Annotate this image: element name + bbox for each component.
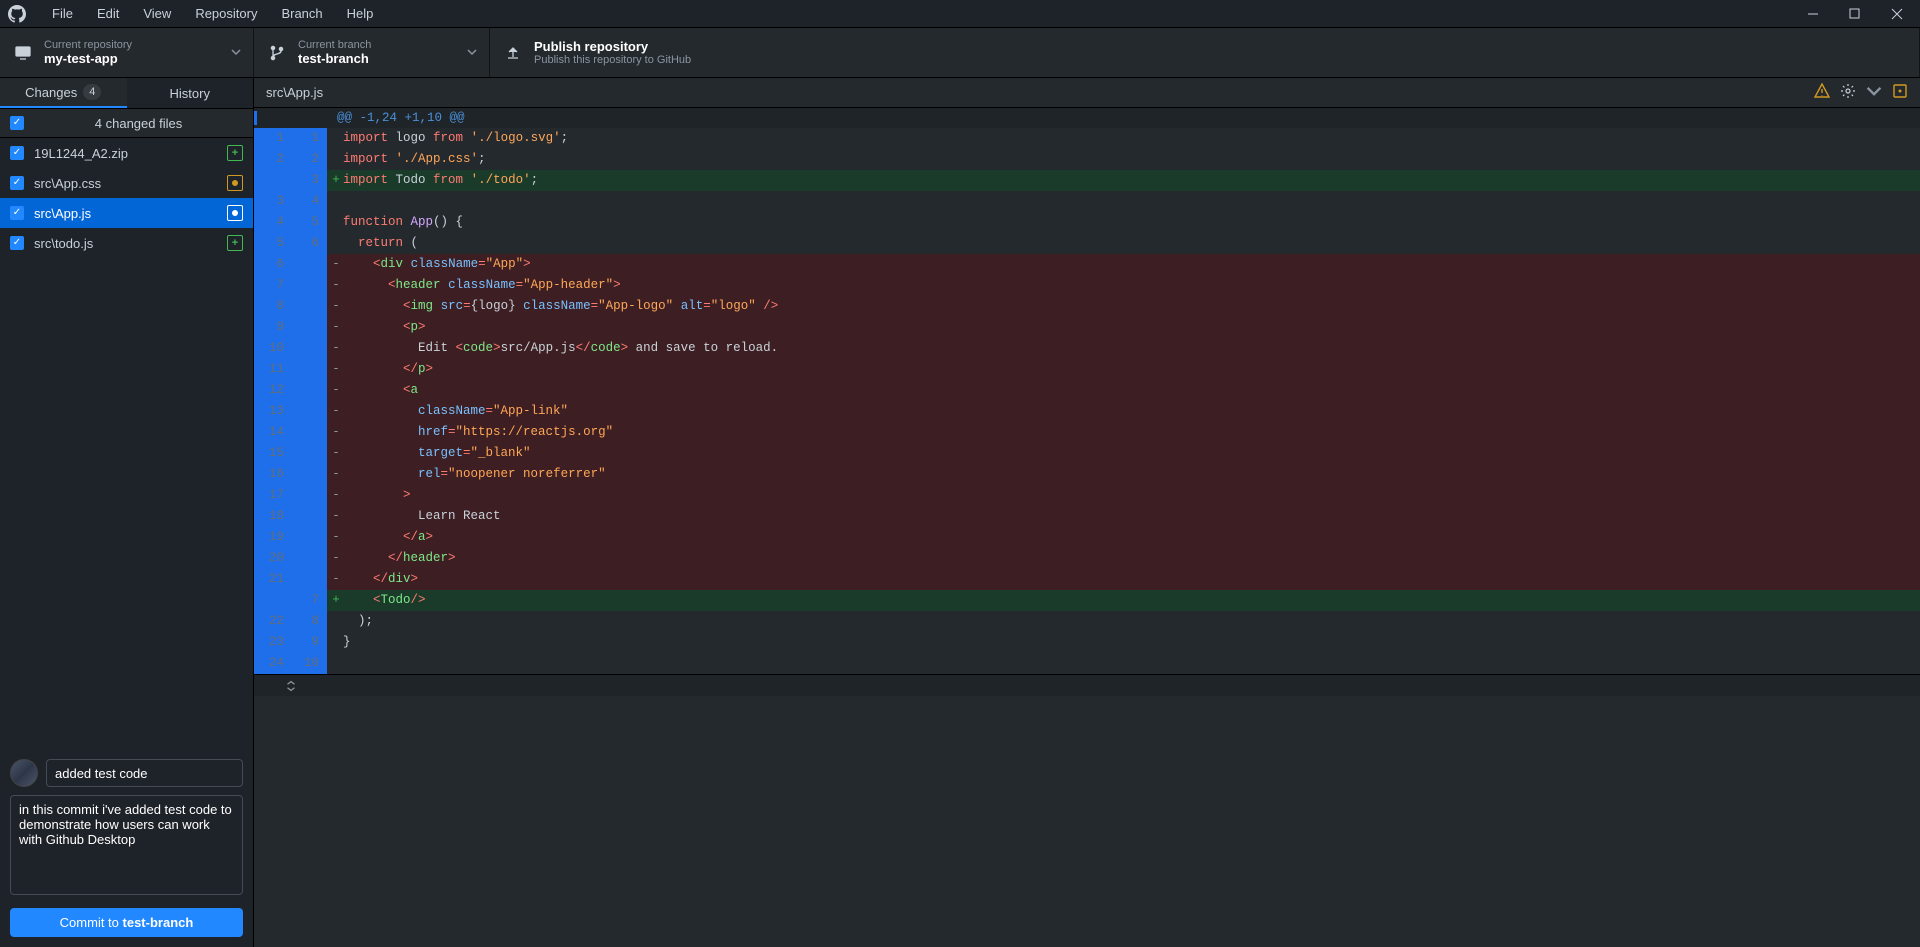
commit-description-input[interactable] xyxy=(10,795,243,895)
diff-view-toggle-icon[interactable] xyxy=(1892,83,1908,102)
diff-line[interactable]: 18.- Learn React xyxy=(254,506,1920,527)
file-checkbox[interactable] xyxy=(10,206,24,220)
file-name: src\App.css xyxy=(34,176,227,191)
warning-icon[interactable] xyxy=(1814,83,1830,102)
current-branch-dropdown[interactable]: Current branch test-branch xyxy=(254,28,490,77)
diff-line[interactable]: 22 import './App.css'; xyxy=(254,149,1920,170)
diff-line[interactable]: 12.- <a xyxy=(254,380,1920,401)
tab-changes-label: Changes xyxy=(25,85,77,100)
changes-count-badge: 4 xyxy=(83,84,101,100)
expand-hunk-button[interactable] xyxy=(254,674,1920,696)
chevron-down-icon xyxy=(231,45,241,60)
diff-line[interactable]: .3+import Todo from './todo'; xyxy=(254,170,1920,191)
modified-icon xyxy=(227,205,243,221)
added-icon: + xyxy=(227,235,243,251)
diff-line[interactable]: 16.- rel="noopener noreferrer" xyxy=(254,464,1920,485)
file-checkbox[interactable] xyxy=(10,146,24,160)
changed-files-header: 4 changed files xyxy=(0,108,253,138)
menu-help[interactable]: Help xyxy=(335,2,386,25)
file-name: 19L1244_A2.zip xyxy=(34,146,227,161)
menu-repository[interactable]: Repository xyxy=(183,2,269,25)
commit-btn-prefix: Commit to xyxy=(60,915,123,930)
diff-line[interactable]: 20.- </header> xyxy=(254,548,1920,569)
file-row[interactable]: src\App.css xyxy=(0,168,253,198)
file-checkbox[interactable] xyxy=(10,176,24,190)
diff-line[interactable]: 21.- </div> xyxy=(254,569,1920,590)
modified-icon xyxy=(227,175,243,191)
file-row[interactable]: src\todo.js+ xyxy=(0,228,253,258)
hunk-header: @@ -1,24 +1,10 @@ xyxy=(254,108,1920,128)
maximize-button[interactable] xyxy=(1848,7,1862,21)
menu-view[interactable]: View xyxy=(131,2,183,25)
tab-history[interactable]: History xyxy=(127,78,254,108)
menu-branch[interactable]: Branch xyxy=(269,2,334,25)
diff-line[interactable]: 56 return ( xyxy=(254,233,1920,254)
diff-line[interactable]: 11 import logo from './logo.svg'; xyxy=(254,128,1920,149)
diff-line[interactable]: 13.- className="App-link" xyxy=(254,401,1920,422)
branch-name: test-branch xyxy=(298,51,371,66)
publish-title: Publish repository xyxy=(534,39,691,54)
diff-line[interactable]: 19.- </a> xyxy=(254,527,1920,548)
diff-header: src\App.js xyxy=(254,78,1920,108)
tab-changes[interactable]: Changes 4 xyxy=(0,78,127,108)
diff-line[interactable]: 10.- Edit <code>src/App.js</code> and sa… xyxy=(254,338,1920,359)
menu-edit[interactable]: Edit xyxy=(85,2,131,25)
file-row[interactable]: 19L1244_A2.zip+ xyxy=(0,138,253,168)
repo-name: my-test-app xyxy=(44,51,132,66)
diff-line[interactable]: .7+ <Todo/> xyxy=(254,590,1920,611)
commit-button[interactable]: Commit to test-branch xyxy=(10,908,243,937)
file-list: 19L1244_A2.zip+src\App.csssrc\App.jssrc\… xyxy=(0,138,253,258)
branch-label: Current branch xyxy=(298,39,371,51)
commit-summary-input[interactable] xyxy=(46,759,243,787)
upload-icon xyxy=(504,44,522,62)
diff-line[interactable]: 239 } xyxy=(254,632,1920,653)
diff-line[interactable]: 17.- > xyxy=(254,485,1920,506)
diff-line[interactable]: 34 xyxy=(254,191,1920,212)
close-button[interactable] xyxy=(1890,7,1904,21)
branch-icon xyxy=(268,44,286,62)
select-all-checkbox[interactable] xyxy=(10,116,24,130)
file-name: src\todo.js xyxy=(34,236,227,251)
diff-line[interactable]: 14.- href="https://reactjs.org" xyxy=(254,422,1920,443)
publish-subtitle: Publish this repository to GitHub xyxy=(534,54,691,66)
diff-line[interactable]: 9.- <p> xyxy=(254,317,1920,338)
minimize-button[interactable] xyxy=(1806,7,1820,21)
diff-panel: src\App.js @@ -1,24 +1,10 @@ 11 import l… xyxy=(254,78,1920,947)
file-row[interactable]: src\App.js xyxy=(0,198,253,228)
file-name: src\App.js xyxy=(34,206,227,221)
hunk-range: @@ -1,24 +1,10 @@ xyxy=(329,111,465,125)
sidebar: Changes 4 History 4 changed files 19L124… xyxy=(0,78,254,947)
diff-line[interactable]: 11.- </p> xyxy=(254,359,1920,380)
github-logo-icon xyxy=(8,5,26,23)
diff-line[interactable]: 8.- <img src={logo} className="App-logo"… xyxy=(254,296,1920,317)
file-checkbox[interactable] xyxy=(10,236,24,250)
current-repository-dropdown[interactable]: Current repository my-test-app xyxy=(0,28,254,77)
diff-line[interactable]: 45 function App() { xyxy=(254,212,1920,233)
menu-file[interactable]: File xyxy=(40,2,85,25)
titlebar: FileEditViewRepositoryBranchHelp xyxy=(0,0,1920,28)
diff-line[interactable]: 228 ); xyxy=(254,611,1920,632)
settings-icon[interactable] xyxy=(1840,83,1856,102)
repo-label: Current repository xyxy=(44,39,132,51)
diff-line[interactable]: 15.- target="_blank" xyxy=(254,443,1920,464)
chevron-down-icon xyxy=(467,45,477,60)
commit-btn-branch: test-branch xyxy=(123,915,194,930)
changed-files-title: 4 changed files xyxy=(34,116,243,131)
diff-body[interactable]: @@ -1,24 +1,10 @@ 11 import logo from '.… xyxy=(254,108,1920,947)
avatar xyxy=(10,759,38,787)
toolbar: Current repository my-test-app Current b… xyxy=(0,28,1920,78)
chevron-down-icon xyxy=(1866,83,1882,102)
diff-line[interactable]: 2410 xyxy=(254,653,1920,674)
monitor-icon xyxy=(14,44,32,62)
tab-history-label: History xyxy=(170,86,210,101)
publish-repository-button[interactable]: Publish repository Publish this reposito… xyxy=(490,28,1920,77)
diff-file-path: src\App.js xyxy=(266,85,323,100)
added-icon: + xyxy=(227,145,243,161)
diff-line[interactable]: 6.- <div className="App"> xyxy=(254,254,1920,275)
diff-line[interactable]: 7.- <header className="App-header"> xyxy=(254,275,1920,296)
